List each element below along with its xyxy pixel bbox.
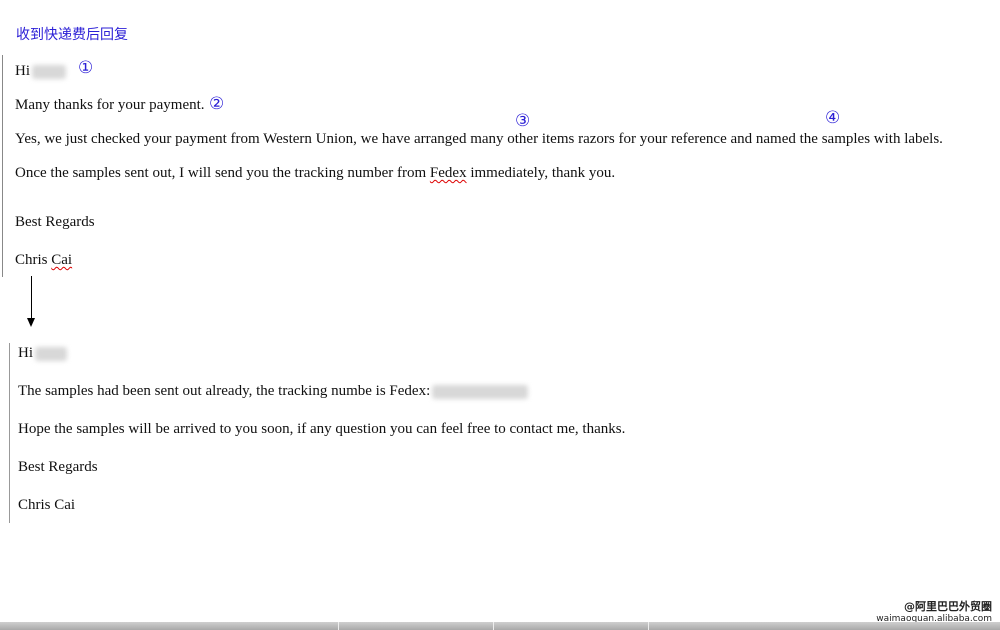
- bar-divider: [338, 622, 339, 630]
- signature-line-2: Chris Cai: [18, 497, 76, 513]
- flow-arrow-line: [31, 276, 32, 320]
- signature-first: Chris: [15, 252, 52, 268]
- marker-3: ③: [515, 111, 531, 131]
- greeting-text: Hi: [15, 63, 30, 79]
- signature-line: Chris Cai: [15, 252, 72, 269]
- blurred-tracking-number: [432, 384, 529, 399]
- bottom-scrollbar[interactable]: [0, 622, 1000, 630]
- hope-line: Hope the samples will be arrived to you …: [18, 421, 626, 437]
- marker-2: ②: [209, 94, 225, 114]
- bar-divider: [648, 622, 649, 630]
- greeting-line-2: Hi: [18, 345, 67, 362]
- payment-line: Yes, we just checked your payment from W…: [15, 131, 943, 147]
- tracking-text: The samples had been sent out already, t…: [18, 383, 431, 399]
- greeting-line: Hi: [15, 63, 66, 80]
- watermark-title: @阿里巴巴外贸圈: [904, 600, 992, 613]
- down-arrow-icon: [27, 318, 35, 327]
- regards-line: Best Regards: [15, 214, 95, 230]
- fedex-word: Fedex: [429, 165, 467, 181]
- page-heading: 收到快递费后回复: [16, 27, 128, 43]
- regards-line-2: Best Regards: [18, 459, 98, 475]
- thanks-line: Many thanks for your payment.: [15, 97, 205, 113]
- tracking-promise-end: immediately, thank you.: [466, 165, 616, 181]
- tracking-line: The samples had been sent out already, t…: [18, 383, 529, 400]
- watermark: @阿里巴巴外贸圈 waimaoquan.alibaba.com: [876, 598, 992, 624]
- signature-last: Cai: [51, 252, 73, 268]
- tracking-promise-text: Once the samples sent out, I will send y…: [15, 165, 430, 181]
- bar-divider: [493, 622, 494, 630]
- marker-4: ④: [825, 108, 841, 128]
- blurred-name: [32, 64, 66, 79]
- greeting-text-2: Hi: [18, 345, 33, 361]
- email-reply-1: Hi Many thanks for your payment. Yes, we…: [2, 55, 993, 277]
- blurred-name-2: [35, 346, 67, 361]
- tracking-promise-line: Once the samples sent out, I will send y…: [15, 165, 615, 182]
- marker-1: ①: [78, 58, 94, 78]
- email-reply-2: Hi The samples had been sent out already…: [9, 343, 910, 523]
